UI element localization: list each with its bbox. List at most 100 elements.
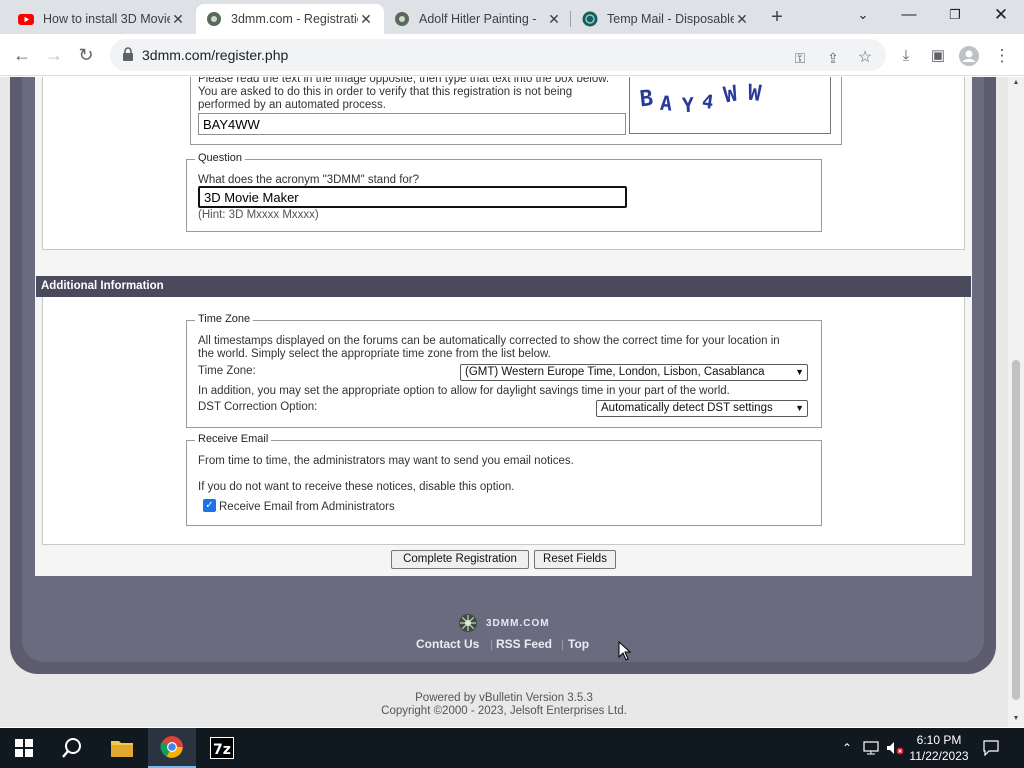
time-zone-selected: (GMT) Western Europe Time, London, Lisbo… xyxy=(465,366,765,378)
powered-by-text: Powered by vBulletin Version 3.5.3 xyxy=(415,692,593,704)
close-tab-icon[interactable]: ✕ xyxy=(358,11,374,28)
question-answer-input[interactable] xyxy=(198,186,627,208)
chrome-icon xyxy=(160,736,183,758)
time-zone-legend: Time Zone xyxy=(195,313,254,325)
svg-text:W: W xyxy=(722,81,740,108)
reload-button[interactable]: ↻ xyxy=(74,43,98,67)
back-button[interactable]: ← xyxy=(10,43,34,67)
captcha-input[interactable] xyxy=(198,113,626,135)
bookmark-star-icon[interactable]: ☆ xyxy=(855,48,875,68)
receive-email-checkbox[interactable]: ✓ xyxy=(203,499,216,512)
svg-text:7z: 7z xyxy=(213,742,231,758)
page-scrollbar[interactable]: ▲ ▼ xyxy=(1008,77,1024,727)
close-tab-icon[interactable]: ✕ xyxy=(546,11,562,28)
svg-text:W: W xyxy=(747,81,764,107)
dst-description: In addition, you may set the appropriate… xyxy=(198,385,730,397)
clock-time: 6:10 PM xyxy=(916,733,962,747)
time-zone-label: Time Zone: xyxy=(198,365,256,377)
3dmm-logo-icon xyxy=(459,614,477,632)
receive-email-legend: Receive Email xyxy=(195,433,272,445)
tab-hitler-painting[interactable]: Adolf Hitler Painting - ✕ xyxy=(384,4,572,34)
profile-avatar[interactable] xyxy=(959,46,979,66)
browser-toolbar: ← → ↻ 3dmm.com/register.php ⚿ ⇪ ☆ ⤓ ▣ ⋮ xyxy=(0,34,1024,76)
network-icon[interactable] xyxy=(860,728,882,768)
tab-title: 3dmm.com - Registration xyxy=(231,12,358,26)
youtube-icon xyxy=(18,14,34,25)
copyright-text: Copyright ©2000 - 2023, Jelsoft Enterpri… xyxy=(381,705,627,717)
search-icon xyxy=(62,738,81,758)
show-hidden-icons-chevron[interactable]: ⌃ xyxy=(838,728,856,768)
top-link[interactable]: Top xyxy=(568,637,589,651)
contact-us-link[interactable]: Contact Us xyxy=(416,637,479,651)
chevron-down-icon: ▼ xyxy=(795,403,804,413)
footer-separator: | xyxy=(561,637,565,651)
7zip-icon: 7z xyxy=(210,737,234,759)
side-panel-icon[interactable]: ▣ xyxy=(928,46,948,66)
download-icon[interactable]: ⤓ xyxy=(896,46,916,66)
url-text: 3dmm.com/register.php xyxy=(142,47,289,63)
captcha-instructions: Please read the text in the image opposi… xyxy=(198,77,610,111)
tempmail-icon xyxy=(582,11,598,27)
3dmm-favicon xyxy=(207,12,221,26)
3dmm-favicon xyxy=(395,12,409,26)
forward-button[interactable]: → xyxy=(42,43,66,67)
rss-feed-link[interactable]: RSS Feed xyxy=(496,637,552,651)
tab-strip: How to install 3D Movie ✕ 3dmm.com - Reg… xyxy=(0,0,1024,34)
captcha-image: B A Y 4 W W xyxy=(629,77,831,134)
svg-text:B: B xyxy=(639,86,655,112)
dst-selected: Automatically detect DST settings xyxy=(601,402,773,414)
7zip-button[interactable]: 7z xyxy=(198,728,246,768)
close-window-button[interactable]: ✕ xyxy=(978,0,1024,34)
minimize-button[interactable]: — xyxy=(886,0,932,34)
mouse-cursor-icon xyxy=(618,641,632,661)
chevron-down-icon: ▼ xyxy=(795,367,804,377)
file-explorer-button[interactable] xyxy=(98,728,146,768)
tab-title: Adolf Hitler Painting - xyxy=(419,12,537,26)
question-hint: (Hint: 3D Mxxxx Mxxxx) xyxy=(198,209,319,221)
windows-logo-icon xyxy=(15,739,33,757)
windows-taskbar: 7z ⌃ 6:10 PM 11/22/2023 xyxy=(0,728,1024,768)
svg-text:4: 4 xyxy=(701,91,715,114)
taskbar-clock[interactable]: 6:10 PM 11/22/2023 xyxy=(902,732,976,764)
email-notice-line-1: From time to time, the administrators ma… xyxy=(198,455,574,467)
additional-information-heading: Additional Information xyxy=(36,276,971,297)
time-zone-description: All timestamps displayed on the forums c… xyxy=(198,335,780,360)
address-bar[interactable]: 3dmm.com/register.php ⚿ ⇪ ☆ xyxy=(110,39,886,71)
menu-kebab-icon[interactable]: ⋮ xyxy=(992,46,1012,66)
new-tab-button[interactable]: + xyxy=(765,6,789,30)
key-icon[interactable]: ⚿ xyxy=(790,48,810,68)
tab-title: How to install 3D Movie xyxy=(43,12,170,26)
start-button[interactable] xyxy=(0,728,48,768)
email-notice-line-2: If you do not want to receive these noti… xyxy=(198,481,515,493)
footer-separator: | xyxy=(490,637,494,651)
scroll-up-arrow-icon[interactable]: ▲ xyxy=(1012,79,1020,86)
page-viewport: Please read the text in the image opposi… xyxy=(0,77,1008,727)
share-icon[interactable]: ⇪ xyxy=(823,48,843,68)
lock-icon xyxy=(123,47,133,61)
dst-label: DST Correction Option: xyxy=(198,401,318,413)
restore-button[interactable]: ❐ xyxy=(932,0,978,34)
tab-search-icon[interactable]: ⌄ xyxy=(840,0,886,34)
search-button[interactable] xyxy=(48,728,96,768)
close-tab-icon[interactable]: ✕ xyxy=(170,11,186,28)
folder-icon xyxy=(111,741,133,757)
close-tab-icon[interactable]: ✕ xyxy=(734,11,750,28)
receive-email-checkbox-label[interactable]: Receive Email from Administrators xyxy=(219,501,395,514)
scrollbar-thumb[interactable] xyxy=(1012,360,1020,700)
footer-brand: 3DMM.COM xyxy=(486,617,550,629)
svg-text:A: A xyxy=(659,91,673,116)
time-zone-select[interactable]: (GMT) Western Europe Time, London, Lisbo… xyxy=(460,364,808,381)
scroll-down-arrow-icon[interactable]: ▼ xyxy=(1012,715,1020,722)
tab-youtube[interactable]: How to install 3D Movie ✕ xyxy=(8,4,196,34)
reset-fields-button[interactable]: Reset Fields xyxy=(534,550,616,569)
clock-date: 11/22/2023 xyxy=(909,749,969,763)
notification-center-icon[interactable] xyxy=(980,728,1002,768)
complete-registration-button[interactable]: Complete Registration xyxy=(391,550,529,569)
svg-text:Y: Y xyxy=(681,93,694,118)
tab-temp-mail[interactable]: Temp Mail - Disposable ✕ xyxy=(572,4,760,34)
footer-logo[interactable]: 3DMM.COM xyxy=(458,613,550,633)
tab-3dmm-registration[interactable]: 3dmm.com - Registration ✕ xyxy=(196,4,384,34)
tab-divider xyxy=(570,11,571,27)
dst-select[interactable]: Automatically detect DST settings ▼ xyxy=(596,400,808,417)
chrome-taskbar-button[interactable] xyxy=(148,728,196,768)
